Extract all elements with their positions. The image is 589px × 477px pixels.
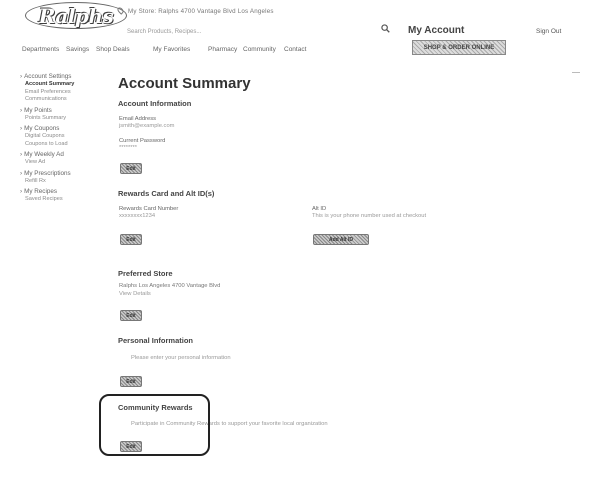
edit-rewards-card-button[interactable]: Edit xyxy=(120,234,142,245)
page-title: Account Summary xyxy=(118,75,251,92)
store-details-link[interactable]: View Details xyxy=(119,291,151,297)
preferred-store-address: Ralphs Los Angeles 4700 Vantage Blvd xyxy=(119,283,221,289)
personal-information-note: Please enter your personal information xyxy=(131,355,231,361)
sidebar-item-my-weekly-ad[interactable]: My Weekly Ad xyxy=(20,151,115,159)
email-value: jsmith@example.com xyxy=(119,123,175,129)
sidebar-item-my-recipes[interactable]: My Recipes xyxy=(20,188,115,196)
nav-departments[interactable]: Departments xyxy=(22,46,59,53)
sidebar-item-my-coupons[interactable]: My Coupons xyxy=(20,125,115,133)
sidebar-group-prescriptions: My Prescriptions Refill Rx xyxy=(20,170,115,186)
personal-information-heading: Personal Information xyxy=(118,336,194,345)
sidebar-group-account-settings: Account Settings Account Summary Email P… xyxy=(20,73,115,104)
sidebar-item-account-summary[interactable]: Account Summary xyxy=(20,81,115,89)
alt-id-value: This is your phone number used at checko… xyxy=(312,213,427,219)
sidebar-group-weekly-ad: My Weekly Ad View Ad xyxy=(20,151,115,167)
sidebar-item-saved-recipes[interactable]: Saved Recipes xyxy=(20,196,115,204)
sidebar-item-my-points[interactable]: My Points xyxy=(20,107,115,115)
sidebar-group-recipes: My Recipes Saved Recipes xyxy=(20,188,115,204)
sidebar-group-my-coupons: My Coupons Digital Coupons Coupons to Lo… xyxy=(20,125,115,148)
ralphs-logo[interactable]: Ralphs xyxy=(25,2,127,29)
sidebar-item-points-summary[interactable]: Points Summary xyxy=(20,115,115,123)
edit-account-button[interactable]: Edit xyxy=(120,163,142,174)
preferred-store-heading: Preferred Store xyxy=(118,269,173,278)
edit-preferred-store-button[interactable]: Edit xyxy=(120,310,142,321)
sidebar-group-my-points: My Points Points Summary xyxy=(20,107,115,123)
sidebar-item-my-prescriptions[interactable]: My Prescriptions xyxy=(20,170,115,178)
sidebar-item-email-preferences[interactable]: Email Preferences xyxy=(20,89,115,97)
rewards-card-value: xxxxxxxx1234 xyxy=(119,213,156,219)
sidebar-item-account-settings[interactable]: Account Settings xyxy=(20,73,115,81)
add-alt-id-button[interactable]: Add Alt ID xyxy=(313,234,369,245)
password-label: Current Password xyxy=(119,138,166,144)
sidebar-item-digital-coupons[interactable]: Digital Coupons xyxy=(20,133,115,141)
rewards-card-label: Rewards Card Number xyxy=(119,206,179,212)
rewards-card-heading: Rewards Card and Alt ID(s) xyxy=(118,189,215,198)
sidebar-item-communications[interactable]: Communications xyxy=(20,96,115,104)
nav-savings[interactable]: Savings xyxy=(66,46,89,53)
password-value: ******** xyxy=(119,145,138,151)
community-rewards-highlight xyxy=(99,394,210,456)
account-information-heading: Account Information xyxy=(118,99,192,108)
sidebar-item-refill-rx[interactable]: Refill Rx xyxy=(20,178,115,186)
sidebar-item-view-ad[interactable]: View Ad xyxy=(20,159,115,167)
sidebar-item-coupons-to-load[interactable]: Coupons to Load xyxy=(20,141,115,149)
scrollbar-marker xyxy=(572,72,580,73)
email-label: Email Address xyxy=(119,116,157,122)
edit-personal-information-button[interactable]: Edit xyxy=(120,376,142,387)
alt-id-label: Alt ID xyxy=(312,206,327,212)
account-sidebar: Account Settings Account Summary Email P… xyxy=(20,73,115,207)
